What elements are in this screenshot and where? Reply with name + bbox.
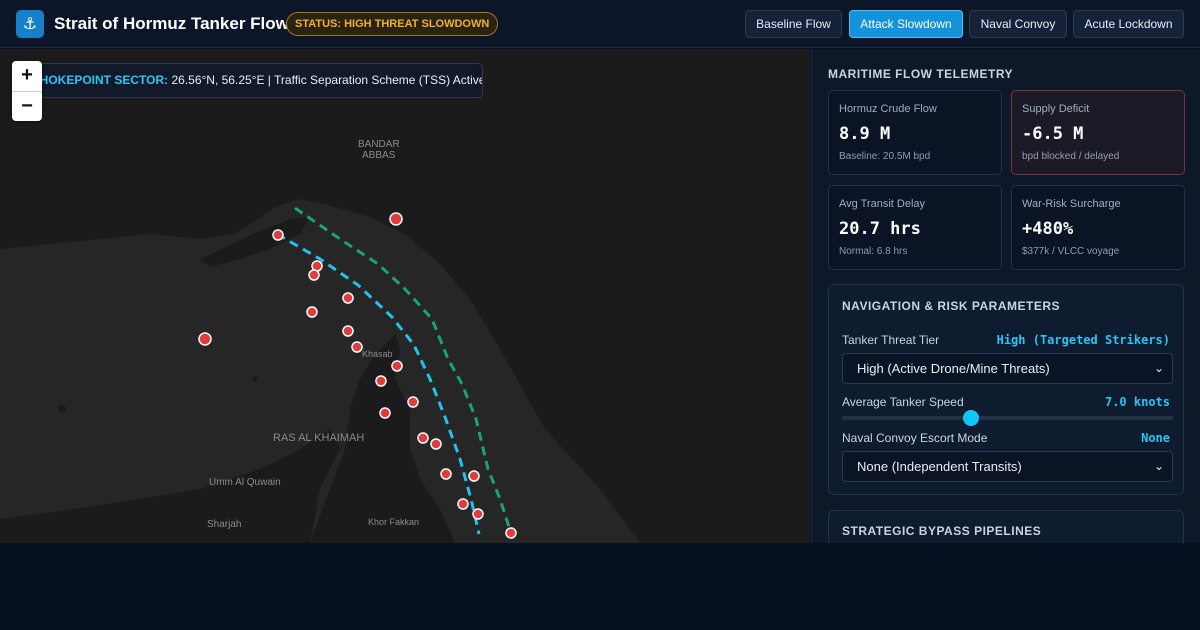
- threat-marker: [417, 432, 429, 444]
- threat-marker: [342, 292, 354, 304]
- place-label: RAS AL KHAIMAH: [273, 432, 365, 444]
- sector-text: 26.56°N, 56.25°E | Traffic Separation Sc…: [171, 73, 483, 87]
- escort-mode-selected: None (Independent Transits): [857, 459, 1022, 474]
- app-root: ⚓ Strait of Hormuz Tanker Flow STATUS: H…: [0, 0, 1200, 543]
- sector-label: CHOKEPOINT SECTOR:: [31, 73, 169, 87]
- scenario-baseline-flow-button[interactable]: Baseline Flow: [745, 10, 842, 38]
- speed-label: Average Tanker Speed: [842, 395, 964, 409]
- threat-tier-selected: High (Active Drone/Mine Threats): [857, 361, 1050, 376]
- threat-marker: [306, 306, 318, 318]
- card-label: Avg Transit Delay: [839, 198, 926, 210]
- land-uae: [0, 429, 340, 543]
- threat-marker: [505, 527, 517, 539]
- scenario-naval-convoy-button[interactable]: Naval Convoy: [969, 10, 1067, 38]
- threat-tier-label: Tanker Threat Tier: [842, 333, 940, 347]
- threat-marker: [308, 269, 320, 281]
- metric-card-transit-delay: Avg Transit Delay 20.7 hrs Normal: 6.8 h…: [828, 185, 1002, 270]
- card-sub: bpd blocked / delayed: [1022, 151, 1120, 162]
- threat-marker: [468, 470, 480, 482]
- threat-marker: [351, 341, 363, 353]
- navigation-risk-panel: NAVIGATION & RISK PARAMETERS Tanker Thre…: [828, 284, 1184, 495]
- metric-card-war-risk: War-Risk Surcharge +480% $377k / VLCC vo…: [1011, 185, 1185, 270]
- threat-marker: [440, 468, 452, 480]
- bypass-pipelines-panel: STRATEGIC BYPASS PIPELINES: [828, 510, 1184, 543]
- place-label: BANDAR: [358, 139, 400, 150]
- threat-marker: [457, 498, 469, 510]
- card-value: 20.7 hrs: [839, 219, 921, 239]
- threat-marker: [430, 438, 442, 450]
- card-label: Hormuz Crude Flow: [839, 103, 937, 115]
- speed-value: 7.0 knots: [1104, 395, 1170, 409]
- zoom-control: + −: [12, 61, 42, 121]
- card-sub: Normal: 6.8 hrs: [839, 246, 908, 257]
- chevron-down-icon: ⌄: [1153, 459, 1164, 473]
- metric-card-crude-flow: Hormuz Crude Flow 8.9 M Baseline: 20.5M …: [828, 90, 1002, 175]
- threat-marker: [379, 407, 391, 419]
- card-label: War-Risk Surcharge: [1022, 198, 1121, 210]
- place-label: Khasab: [362, 349, 393, 359]
- card-value: +480%: [1022, 219, 1074, 239]
- card-value: -6.5 M: [1022, 124, 1084, 144]
- threat-marker: [389, 212, 403, 226]
- place-label: ABBAS: [362, 150, 396, 161]
- card-sub: Baseline: 20.5M bpd: [839, 151, 931, 162]
- escort-mode-select[interactable]: None (Independent Transits) ⌄: [842, 451, 1173, 482]
- scenario-attack-slowdown-button[interactable]: Attack Slowdown: [849, 10, 963, 38]
- zoom-in-button[interactable]: +: [12, 61, 42, 91]
- map-canvas: [0, 49, 810, 543]
- telemetry-title: MARITIME FLOW TELEMETRY: [828, 67, 1014, 81]
- strait-map[interactable]: BANDAR ABBAS RAS AL KHAIMAH Umm Al Quwai…: [0, 49, 810, 543]
- top-header: ⚓ Strait of Hormuz Tanker Flow STATUS: H…: [0, 0, 1200, 48]
- metric-card-supply-deficit: Supply Deficit -6.5 M bpd blocked / dela…: [1011, 90, 1185, 175]
- threat-tier-value: High (Targeted Strikers): [996, 333, 1170, 347]
- scenario-acute-lockdown-button[interactable]: Acute Lockdown: [1073, 10, 1184, 38]
- threat-tier-select[interactable]: High (Active Drone/Mine Threats) ⌄: [842, 353, 1173, 384]
- card-value: 8.9 M: [839, 124, 891, 144]
- params-title: NAVIGATION & RISK PARAMETERS: [842, 299, 1061, 313]
- threat-marker: [407, 396, 419, 408]
- bypass-title: STRATEGIC BYPASS PIPELINES: [842, 524, 1042, 538]
- zoom-out-button[interactable]: −: [12, 91, 42, 121]
- app-title: Strait of Hormuz Tanker Flow: [54, 14, 289, 33]
- place-label: Khor Fakkan: [368, 517, 420, 527]
- escort-mode-label: Naval Convoy Escort Mode: [842, 431, 988, 445]
- threat-marker: [342, 325, 354, 337]
- chokepoint-sector-info: CHOKEPOINT SECTOR: 26.56°N, 56.25°E | Tr…: [24, 63, 483, 98]
- telemetry-sidebar: MARITIME FLOW TELEMETRY Hormuz Crude Flo…: [811, 49, 1200, 543]
- place-label: Umm Al Quwain: [209, 477, 281, 488]
- anchor-icon: ⚓: [16, 10, 44, 38]
- threat-marker: [272, 229, 284, 241]
- threat-marker: [472, 508, 484, 520]
- status-badge: STATUS: HIGH THREAT SLOWDOWN: [286, 12, 499, 36]
- card-sub: $377k / VLCC voyage: [1022, 246, 1120, 257]
- place-label: Sharjah: [207, 519, 242, 530]
- chevron-down-icon: ⌄: [1153, 361, 1164, 375]
- escort-mode-value: None: [1141, 431, 1170, 445]
- card-label: Supply Deficit: [1022, 103, 1090, 115]
- threat-marker: [391, 360, 403, 372]
- speed-slider[interactable]: [842, 410, 1173, 426]
- threat-marker: [198, 332, 212, 346]
- speed-slider-thumb[interactable]: [963, 410, 980, 426]
- threat-marker: [375, 375, 387, 387]
